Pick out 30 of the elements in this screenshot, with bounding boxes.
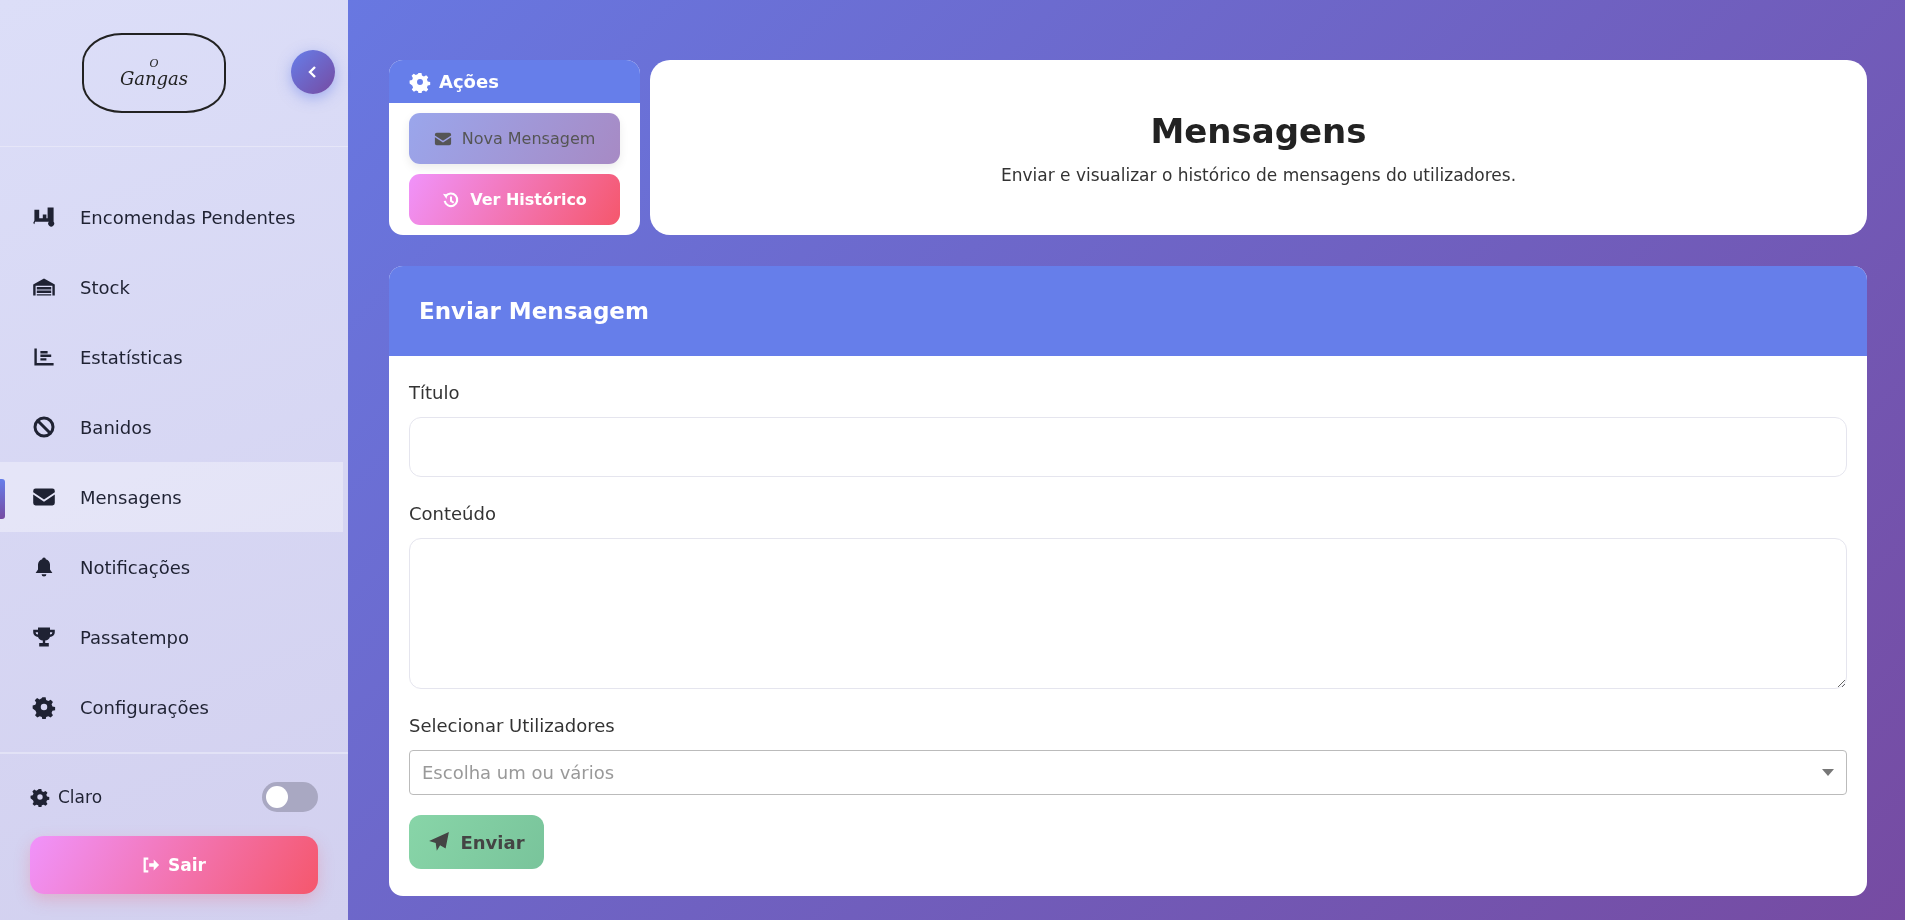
collapse-button[interactable] <box>291 50 335 94</box>
nav-item[interactable]: Banidos <box>0 392 343 462</box>
history-icon <box>442 190 461 209</box>
caret-icon <box>1822 768 1834 777</box>
nav-item[interactable]: Stock <box>0 252 343 322</box>
nav-icon <box>30 625 58 649</box>
nav-item[interactable]: Encomendas Pendentes <box>0 182 343 252</box>
logo: O Gangas <box>82 33 226 113</box>
paper-plane-icon <box>428 831 451 853</box>
settings-icon <box>409 70 431 93</box>
theme-label: Claro <box>30 787 103 807</box>
send-button[interactable]: Enviar <box>409 815 544 869</box>
chevron-left-icon <box>307 65 319 79</box>
nav-item[interactable]: Notificações <box>0 532 343 602</box>
actions-title: Ações <box>439 71 499 92</box>
sign-out-icon <box>142 856 161 874</box>
textarea-field[interactable] <box>409 538 1847 689</box>
nav-item[interactable]: Mensagens <box>0 462 343 532</box>
input-field[interactable] <box>409 417 1847 477</box>
nav-item[interactable]: Estatísticas <box>0 322 343 392</box>
page-subtitle: Enviar e visualizar o histórico de mensagens do utilizadores. <box>1000 164 1517 185</box>
nav-icon <box>30 695 58 719</box>
field-label: Selecionar Utilizadores <box>409 715 616 736</box>
form-title: Enviar Mensagem <box>419 298 649 324</box>
field-label: Título <box>409 382 461 403</box>
page-title: Mensagens <box>1150 110 1367 151</box>
field-label: Conteúdo <box>409 503 497 524</box>
nav-item[interactable]: Passatempo <box>0 602 343 672</box>
theme-toggle[interactable] <box>262 782 318 812</box>
nav-item[interactable]: Configurações <box>0 672 343 742</box>
